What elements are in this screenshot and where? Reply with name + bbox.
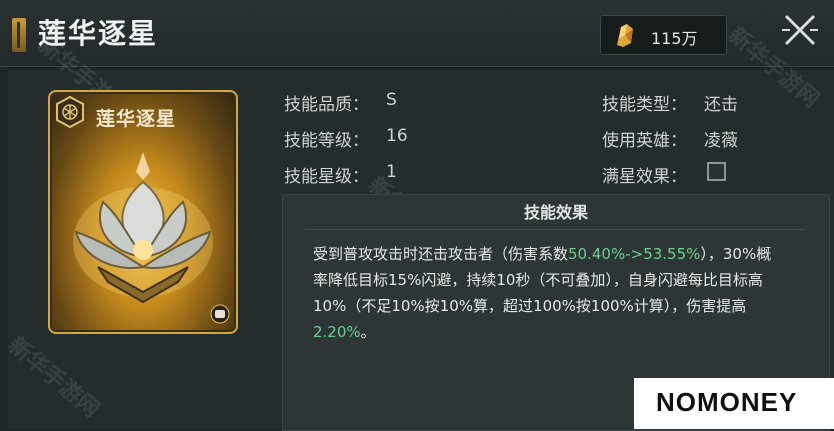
skill-card: 莲华逐星 [48,90,238,334]
damage-coefficient: 50.40%->53.55% [568,245,701,263]
damage-bonus: 2.20% [313,323,361,341]
hero-label: 使用英雄： [602,131,687,151]
currency-value: 115万 [651,29,698,48]
star-value: 1 [386,162,397,182]
type-label: 技能类型： [602,95,687,115]
skill-badge-icon [56,96,84,128]
star-label: 技能星级： [284,167,369,187]
effect-text-part3: 。 [360,323,376,341]
fist-icon [210,304,230,324]
quality-label: 技能品质： [284,95,369,115]
card-title: 莲华逐星 [96,108,177,130]
effect-title: 技能效果 [523,203,588,222]
full-star-checkbox[interactable] [707,162,726,181]
close-icon[interactable] [780,10,820,50]
gold-crystal-icon [617,24,633,47]
currency-display: 115万 [600,15,727,55]
hero-value: 凌薇 [704,131,738,151]
full-star-label: 满星效果： [602,167,687,187]
level-value: 16 [386,126,408,146]
title-marker-icon [12,18,26,52]
quality-value: S [386,90,397,110]
effect-text-part1: 受到普攻攻击时还击攻击者（伤害系数 [313,245,569,263]
logo-text: NOMONEY [656,387,798,417]
top-bar: 莲华逐星 115万 [0,0,834,67]
effect-divider [305,229,805,230]
level-label: 技能等级： [284,131,369,151]
golden-lotus-icon [73,152,213,304]
type-value: 还击 [704,95,738,115]
nomoney-logo: NOMONEY [634,378,834,429]
effect-description: 受到普攻攻击时还击攻击者（伤害系数50.40%->53.55%），30%概率降低… [313,241,783,345]
